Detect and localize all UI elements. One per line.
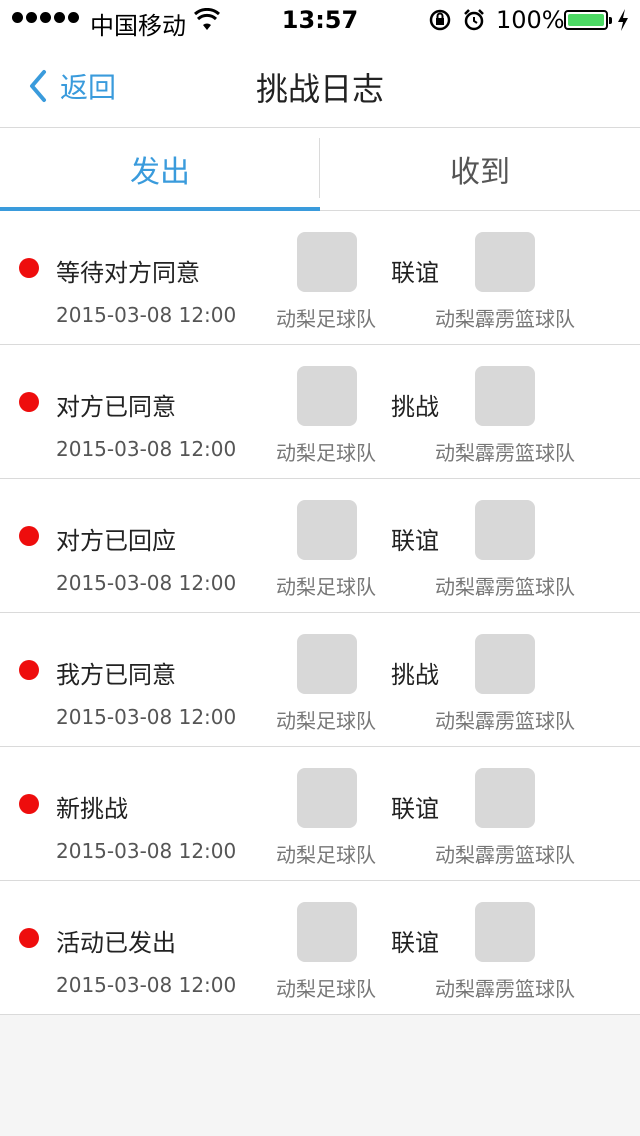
alarm-icon — [464, 9, 484, 31]
charging-bolt-icon — [618, 9, 628, 31]
rotation-lock-icon — [429, 9, 451, 31]
opponent-name: 动梨霹雳篮球队 — [435, 977, 575, 1001]
team-avatar — [297, 902, 357, 962]
date-text: 2015-03-08 12:00 — [56, 303, 237, 327]
navigation-bar: 返回 挑战日志 — [0, 42, 640, 128]
team-name: 动梨足球队 — [276, 307, 376, 331]
opponent-name: 动梨霹雳篮球队 — [435, 843, 575, 867]
opponent-avatar — [475, 634, 535, 694]
list-item[interactable]: 新挑战 2015-03-08 12:00 联谊 动梨足球队 动梨霹雳篮球队 — [0, 747, 640, 881]
challenge-log-list: 等待对方同意 2015-03-08 12:00 联谊 动梨足球队 动梨霹雳篮球队… — [0, 211, 640, 1015]
list-item[interactable]: 等待对方同意 2015-03-08 12:00 联谊 动梨足球队 动梨霹雳篮球队 — [0, 211, 640, 345]
status-dot — [19, 526, 39, 546]
tab-received[interactable]: 收到 — [320, 128, 640, 210]
team-avatar — [297, 366, 357, 426]
status-text: 对方已回应 — [56, 527, 176, 555]
date-text: 2015-03-08 12:00 — [56, 571, 237, 595]
segmented-tabs: 发出 收到 — [0, 128, 640, 211]
tab-sent[interactable]: 发出 — [0, 128, 320, 210]
status-text: 新挑战 — [56, 795, 128, 823]
status-text: 活动已发出 — [56, 929, 176, 957]
team-avatar — [297, 768, 357, 828]
date-text: 2015-03-08 12:00 — [56, 437, 237, 461]
opponent-avatar — [475, 500, 535, 560]
status-text: 等待对方同意 — [56, 259, 200, 287]
opponent-name: 动梨霹雳篮球队 — [435, 575, 575, 599]
list-item[interactable]: 对方已回应 2015-03-08 12:00 联谊 动梨足球队 动梨霹雳篮球队 — [0, 479, 640, 613]
opponent-name: 动梨霹雳篮球队 — [435, 441, 575, 465]
date-text: 2015-03-08 12:00 — [56, 839, 237, 863]
status-text: 对方已同意 — [56, 393, 176, 421]
team-name: 动梨足球队 — [276, 709, 376, 733]
match-type: 挑战 — [391, 661, 439, 689]
status-text: 我方已同意 — [56, 661, 176, 689]
page-title: 挑战日志 — [255, 70, 384, 108]
battery-icon — [564, 10, 612, 30]
list-item[interactable]: 我方已同意 2015-03-08 12:00 挑战 动梨足球队 动梨霹雳篮球队 — [0, 613, 640, 747]
team-avatar — [297, 232, 357, 292]
date-text: 2015-03-08 12:00 — [56, 705, 237, 729]
opponent-avatar — [475, 366, 535, 426]
status-bar: 中国移动 13:57 100% — [0, 0, 640, 42]
team-name: 动梨足球队 — [276, 843, 376, 867]
team-name: 动梨足球队 — [276, 575, 376, 599]
battery-percentage: 100% — [496, 6, 565, 34]
status-dot — [19, 392, 39, 412]
opponent-name: 动梨霹雳篮球队 — [435, 307, 575, 331]
match-type: 联谊 — [391, 929, 439, 957]
match-type: 联谊 — [391, 527, 439, 555]
match-type: 挑战 — [391, 393, 439, 421]
opponent-avatar — [475, 232, 535, 292]
date-text: 2015-03-08 12:00 — [56, 973, 237, 997]
match-type: 联谊 — [391, 259, 439, 287]
opponent-name: 动梨霹雳篮球队 — [435, 709, 575, 733]
status-dot — [19, 794, 39, 814]
list-item[interactable]: 对方已同意 2015-03-08 12:00 挑战 动梨足球队 动梨霹雳篮球队 — [0, 345, 640, 479]
team-avatar — [297, 634, 357, 694]
match-type: 联谊 — [391, 795, 439, 823]
team-avatar — [297, 500, 357, 560]
list-item[interactable]: 活动已发出 2015-03-08 12:00 联谊 动梨足球队 动梨霹雳篮球队 — [0, 881, 640, 1015]
status-dot — [19, 258, 39, 278]
opponent-avatar — [475, 768, 535, 828]
team-name: 动梨足球队 — [276, 977, 376, 1001]
status-dot — [19, 928, 39, 948]
status-dot — [19, 660, 39, 680]
opponent-avatar — [475, 902, 535, 962]
team-name: 动梨足球队 — [276, 441, 376, 465]
